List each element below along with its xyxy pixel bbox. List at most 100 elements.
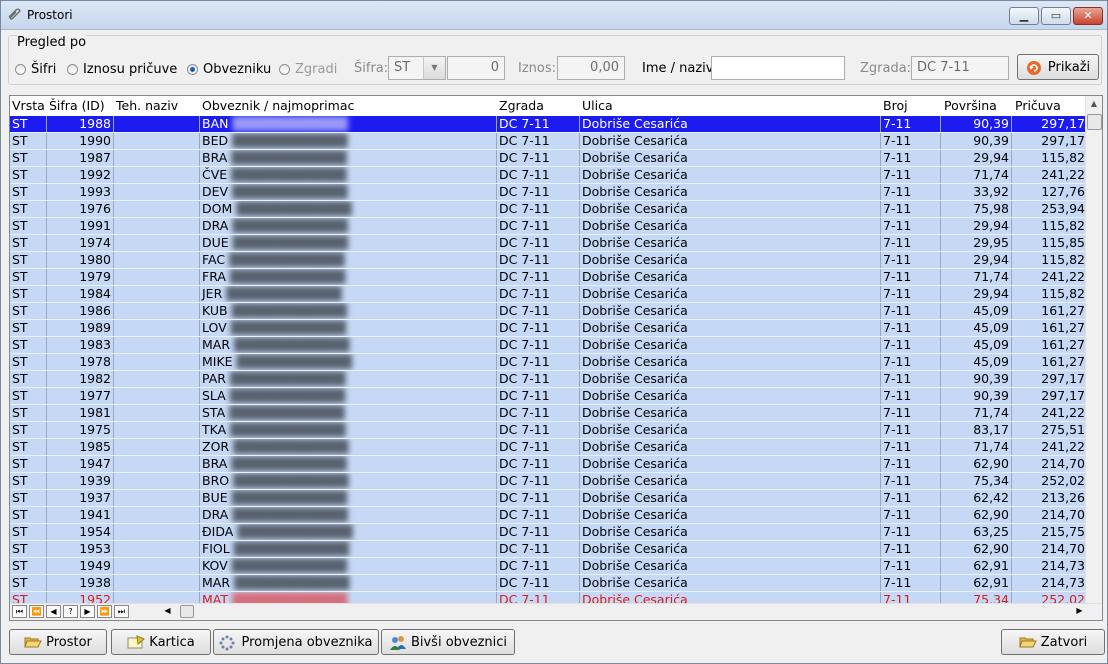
cell-sifra: 1985 [47, 439, 114, 455]
vertical-scrollbar[interactable]: ▲ [1085, 96, 1102, 604]
horizontal-scrollbar[interactable]: ⏮ ⏪ ◀ ? ▶ ⏩ ⏭ ◀ ▶ [10, 603, 1102, 620]
redacted-text: ████████████ [227, 490, 347, 505]
cell-povrsina: 75,98 [941, 201, 1012, 217]
zgrada-input[interactable]: DC 7-11 [911, 56, 1009, 80]
nav-prev-page-button[interactable]: ⏪ [29, 605, 44, 618]
table-row[interactable]: ST 1987 BRA ████████████ DC 7-11 Dobriše Ces… [10, 150, 1088, 167]
cell-zgrada: DC 7-11 [497, 252, 580, 268]
maximize-button[interactable]: ▭ [1041, 7, 1071, 25]
cell-vrsta: ST [10, 473, 47, 489]
table-row[interactable]: ST 1991 DRA ████████████ DC 7-11 Dobriše Ces… [10, 218, 1088, 235]
cell-vrsta: ST [10, 116, 47, 132]
cell-pricuva: 297,17 [1012, 116, 1088, 132]
col-header-teh-naziv[interactable]: Teh. naziv [114, 96, 198, 116]
table-row[interactable]: ST 1979 FRA ████████████ DC 7-11 Dobriše Ces… [10, 269, 1088, 286]
table-row[interactable]: ST 1992 ČVE ████████████ DC 7-11 Dobriše Ces… [10, 167, 1088, 184]
cell-povrsina: 62,42 [941, 490, 1012, 506]
nav-prev-button[interactable]: ◀ [46, 605, 61, 618]
redacted-text: ████████████ [229, 541, 350, 556]
scroll-thumb[interactable] [1087, 114, 1102, 130]
table-row[interactable]: ST 1989 LOV ████████████ DC 7-11 Dobriše Ces… [10, 320, 1088, 337]
prikazi-button[interactable]: Prikaži [1017, 54, 1099, 80]
ime-input[interactable] [711, 56, 845, 80]
table-row[interactable]: ST 1978 MIKE ████████████ DC 7-11 Dobriše Ce… [10, 354, 1088, 371]
obveznik-name: BRA [202, 456, 228, 471]
radio-zgradi[interactable]: Zgradi [279, 60, 337, 78]
table-row[interactable]: ST 1976 DOM ████████████ DC 7-11 Dobriše Ces… [10, 201, 1088, 218]
col-header-povrsina[interactable]: Površina [942, 96, 1012, 116]
cell-povrsina: 45,09 [941, 337, 1012, 353]
table-row[interactable]: ST 1939 BRO ████████████ DC 7-11 Dobriše Ces… [10, 473, 1088, 490]
close-button[interactable]: ✕ [1073, 7, 1103, 25]
scroll-up-icon[interactable]: ▲ [1086, 96, 1102, 112]
col-header-obveznik[interactable]: Obveznik / najmoprimac [200, 96, 496, 116]
cell-teh-naziv [114, 371, 200, 387]
table-row[interactable]: ST 1988 BAN ████████████ DC 7-11 Dobriše Ces… [10, 116, 1088, 133]
table-row[interactable]: ST 1982 PAR ████████████ DC 7-11 Dobriše Ces… [10, 371, 1088, 388]
table-row[interactable]: ST 1993 DEV ████████████ DC 7-11 Dobriše Ces… [10, 184, 1088, 201]
prostori-window: Prostori ▁ ▭ ✕ Pregled po Šifri Iznosu p… [0, 0, 1108, 664]
redacted-text: ████████████ [226, 422, 346, 437]
table-row[interactable]: ST 1986 KUB ████████████ DC 7-11 Dobriše Ces… [10, 303, 1088, 320]
col-header-zgrada[interactable]: Zgrada [497, 96, 577, 116]
nav-next-button[interactable]: ▶ [80, 605, 95, 618]
promjena-obveznika-button[interactable]: Promjena obveznika [213, 629, 379, 655]
table-row[interactable]: ST 1985 ZOR ████████████ DC 7-11 Dobriše Ces… [10, 439, 1088, 456]
zatvori-button[interactable]: Zatvori [1001, 629, 1105, 655]
radio-obvezniku[interactable]: Obvezniku [187, 60, 271, 78]
redacted-text: ████████████ [227, 303, 347, 318]
cell-obveznik: KOV ████████████ [200, 558, 497, 574]
table-row[interactable]: ST 1983 MAR ████████████ DC 7-11 Dobriše Ces… [10, 337, 1088, 354]
table-row[interactable]: ST 1974 DUE ████████████ DC 7-11 Dobriše Ces… [10, 235, 1088, 252]
table-row[interactable]: ST 1980 FAC ████████████ DC 7-11 Dobriše Ces… [10, 252, 1088, 269]
table-row[interactable]: ST 1938 MAR ████████████ DC 7-11 Dobriše Ces… [10, 575, 1088, 592]
col-header-ulica[interactable]: Ulica [580, 96, 880, 116]
col-header-pricuva[interactable]: Pričuva [1013, 96, 1088, 116]
table-row[interactable]: ST 1984 JER ████████████ DC 7-11 Dobriše Ces… [10, 286, 1088, 303]
cell-pricuva: 161,27 [1012, 320, 1088, 336]
cell-sifra: 1954 [47, 524, 114, 540]
scroll-left-icon[interactable]: ◀ [160, 605, 175, 618]
cell-pricuva: 241,22 [1012, 439, 1088, 455]
radio-sifri[interactable]: Šifri [15, 60, 56, 78]
col-header-vrsta[interactable]: Vrsta [10, 96, 50, 116]
nav-help-button[interactable]: ? [63, 605, 78, 618]
bivsi-obveznici-button[interactable]: Bivši obveznici [381, 629, 515, 655]
obveznik-name: DRA [202, 507, 229, 522]
cell-teh-naziv [114, 524, 200, 540]
table-row[interactable]: ST 1975 TKA ████████████ DC 7-11 Dobriše Ces… [10, 422, 1088, 439]
chevron-down-icon[interactable]: ▼ [423, 57, 445, 79]
table-row[interactable]: ST 1977 SLA ████████████ DC 7-11 Dobriše Ces… [10, 388, 1088, 405]
cell-broj: 7-11 [881, 422, 941, 438]
table-row[interactable]: ST 1937 BUE ████████████ DC 7-11 Dobriše Ces… [10, 490, 1088, 507]
hscroll-thumb[interactable] [180, 605, 194, 618]
col-header-broj[interactable]: Broj [881, 96, 941, 116]
nav-next-page-button[interactable]: ⏩ [97, 605, 112, 618]
nav-last-button[interactable]: ⏭ [114, 605, 129, 618]
minimize-button[interactable]: ▁ [1009, 7, 1039, 25]
prostor-label: Prostor [46, 634, 92, 650]
table-row[interactable]: ST 1941 DRA ████████████ DC 7-11 Dobriše Ces… [10, 507, 1088, 524]
nav-first-button[interactable]: ⏮ [12, 605, 27, 618]
table-row[interactable]: ST 1947 BRA ████████████ DC 7-11 Dobriše Ces… [10, 456, 1088, 473]
obveznik-name: STA [202, 405, 226, 420]
cell-pricuva: 297,17 [1012, 388, 1088, 404]
table-row[interactable]: ST 1990 BED ████████████ DC 7-11 Dobriše Ces… [10, 133, 1088, 150]
cell-ulica: Dobriše Cesarića [580, 388, 881, 404]
redacted-text: ████████████ [227, 558, 348, 573]
cell-povrsina: 45,09 [941, 320, 1012, 336]
table-row[interactable]: ST 1949 KOV ████████████ DC 7-11 Dobriše Ces… [10, 558, 1088, 575]
radio-iznosu-pricuve[interactable]: Iznosu pričuve [67, 60, 177, 78]
cell-ulica: Dobriše Cesarića [580, 524, 881, 540]
cell-povrsina: 71,74 [941, 439, 1012, 455]
kartica-button[interactable]: Kartica [111, 629, 211, 655]
iznos-input[interactable]: 0,00 [557, 56, 625, 80]
sifra-input[interactable]: 0 [447, 56, 505, 80]
iznos-label: Iznos: [518, 61, 557, 76]
prostor-button[interactable]: Prostor [9, 629, 107, 655]
table-row[interactable]: ST 1954 ĐIDA ████████████ DC 7-11 Dobriše Ce… [10, 524, 1088, 541]
table-row[interactable]: ST 1981 STA ████████████ DC 7-11 Dobriše Ces… [10, 405, 1088, 422]
scroll-right-icon[interactable]: ▶ [1072, 605, 1087, 618]
col-header-sifra[interactable]: Šifra (ID) [47, 96, 115, 116]
table-row[interactable]: ST 1953 FIOL ████████████ DC 7-11 Dobriše Ce… [10, 541, 1088, 558]
